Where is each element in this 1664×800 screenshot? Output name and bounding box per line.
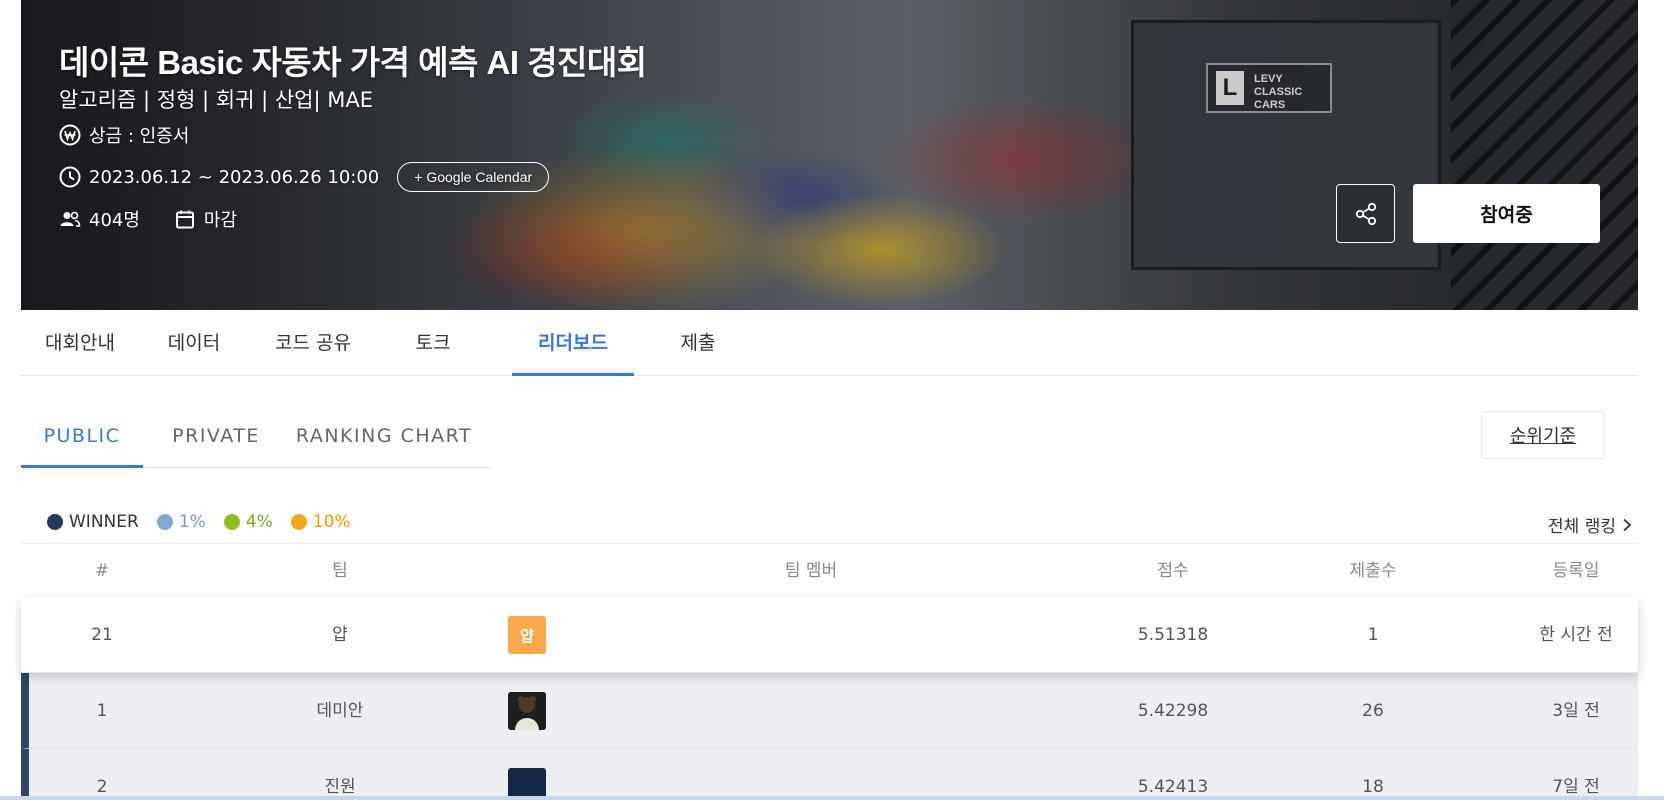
legend-top-1: 1% xyxy=(156,512,206,532)
won-coin-icon xyxy=(59,124,81,146)
clock-icon xyxy=(59,166,81,188)
google-calendar-button[interactable]: + Google Calendar xyxy=(397,162,550,192)
competition-title: 데이콘 Basic 자동차 가격 예측 AI 경진대회 xyxy=(59,44,647,81)
tab-submit[interactable]: 제출 xyxy=(643,310,753,376)
full-ranking-link[interactable]: 전체 랭킹 xyxy=(1548,512,1632,537)
people-icon xyxy=(59,208,81,230)
viewport-bottom-edge xyxy=(0,796,1664,800)
table-row-my-team[interactable]: 21 얍 얍 5.51318 1 한 시간 전 xyxy=(21,597,1638,673)
tab-public[interactable]: PUBLIC xyxy=(21,410,143,468)
tab-code-share[interactable]: 코드 공유 xyxy=(249,310,377,376)
row-submissions: 26 xyxy=(1362,701,1384,721)
legend-top-4-label: 4% xyxy=(245,512,273,532)
header-members: 팀 멤버 xyxy=(784,561,838,581)
competition-status: 마감 xyxy=(203,210,238,231)
legend-top-1-dot xyxy=(156,514,173,530)
legend-top-4-dot xyxy=(223,514,240,530)
prize-text: 상금 : 인증서 xyxy=(89,126,190,147)
legend-top-10: 10% xyxy=(290,512,351,532)
row-date: 한 시간 전 xyxy=(1539,625,1613,645)
table-row[interactable]: 2 진원 5.42413 18 7일 전 xyxy=(21,749,1638,800)
row-rank: 21 xyxy=(91,625,113,645)
row-rank: 2 xyxy=(96,777,108,797)
bear-avatar-icon xyxy=(508,692,546,730)
period-text: 2023.06.12 ~ 2023.06.26 10:00 xyxy=(89,166,380,188)
tab-private[interactable]: PRIVATE xyxy=(151,410,281,468)
header-date: 등록일 xyxy=(1552,561,1600,581)
tab-overview[interactable]: 대회안내 xyxy=(21,310,139,376)
row-team-name[interactable]: 얍 xyxy=(240,597,440,673)
competition-nav-tabs: 대회안내 데이터 코드 공유 토크 리더보드 제출 xyxy=(21,310,1638,376)
row-team-name[interactable]: 데미안 xyxy=(240,673,440,749)
legend-top-1-label: 1% xyxy=(178,512,206,532)
share-icon xyxy=(1355,202,1376,225)
ranking-criteria-button[interactable]: 순위기준 xyxy=(1481,411,1605,459)
header-team: 팀 xyxy=(332,561,348,581)
tab-data[interactable]: 데이터 xyxy=(139,310,249,376)
leaderboard-sub-tabs: PUBLIC PRIVATE RANKING CHART xyxy=(21,410,490,468)
member-avatar[interactable] xyxy=(508,692,546,730)
row-submissions: 1 xyxy=(1367,625,1379,645)
tab-leaderboard[interactable]: 리더보드 xyxy=(512,310,634,376)
row-submissions: 18 xyxy=(1362,777,1384,797)
row-team-name[interactable]: 진원 xyxy=(240,749,440,800)
legend-winner-label: WINNER xyxy=(69,512,139,532)
full-ranking-label: 전체 랭킹 xyxy=(1548,517,1616,537)
legend-top-10-label: 10% xyxy=(312,512,351,532)
tab-ranking-chart[interactable]: RANKING CHART xyxy=(289,410,479,468)
header-score: 점수 xyxy=(1157,561,1189,581)
participants-count: 404명 xyxy=(89,210,140,231)
row-date: 7일 전 xyxy=(1552,777,1600,797)
row-score: 5.51318 xyxy=(1137,625,1209,645)
competition-hero-banner: LEVY CLASSIC CARS 데이콘 Basic 자동차 가격 예측 AI… xyxy=(21,0,1638,310)
share-button[interactable] xyxy=(1336,184,1395,243)
stats-row: 404명 마감 xyxy=(59,206,237,232)
table-header: # 팀 팀 멤버 점수 제출수 등록일 xyxy=(21,543,1638,597)
table-row[interactable]: 1 데미안 5.42298 26 3일 전 xyxy=(21,673,1638,749)
join-status-button[interactable]: 참여중 xyxy=(1413,184,1600,243)
prize-row: 상금 : 인증서 xyxy=(59,122,189,148)
leaderboard-table: # 팀 팀 멤버 점수 제출수 등록일 21 얍 얍 5.51318 1 한 시… xyxy=(21,543,1638,800)
chevron-right-icon xyxy=(1623,518,1632,531)
period-row: 2023.06.12 ~ 2023.06.26 10:00 + Google C… xyxy=(59,162,550,192)
legend-top-10-dot xyxy=(290,514,307,530)
calendar-icon xyxy=(174,208,196,230)
legend-winner: WINNER xyxy=(47,512,139,532)
row-rank: 1 xyxy=(96,701,108,721)
member-avatar[interactable]: 얍 xyxy=(508,616,546,654)
row-date: 3일 전 xyxy=(1552,701,1600,721)
tab-talk[interactable]: 토크 xyxy=(377,310,489,376)
legend-top-4: 4% xyxy=(223,512,273,532)
rank-legend: WINNER 1% 4% 10% xyxy=(47,512,369,532)
row-score: 5.42413 xyxy=(1137,777,1209,797)
row-score: 5.42298 xyxy=(1137,701,1209,721)
competition-tags: 알고리즘 | 정형 | 회귀 | 산업| MAE xyxy=(59,88,373,112)
header-submissions: 제출수 xyxy=(1349,561,1397,581)
legend-winner-dot xyxy=(47,514,63,530)
header-rank: # xyxy=(94,561,110,581)
